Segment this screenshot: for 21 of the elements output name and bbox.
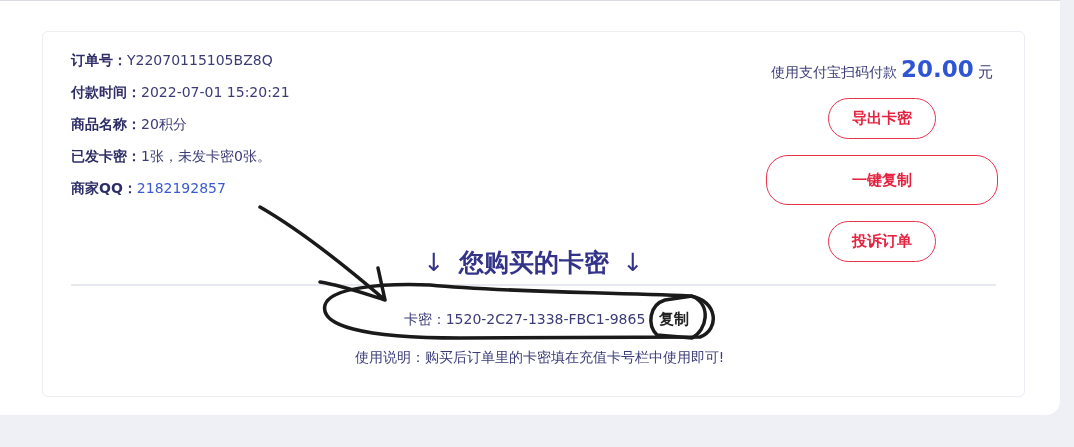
card-code: 卡密：1520-2C27-1338-FBC1-9865 xyxy=(403,310,646,329)
action-button[interactable]: 导出卡密 xyxy=(828,98,936,139)
section-heading: 您购买的卡密 xyxy=(458,247,609,279)
field-label: 商家QQ： xyxy=(71,179,137,198)
currency: 元 xyxy=(977,63,993,82)
action-button[interactable]: 一键复制 xyxy=(766,155,998,205)
usage-instructions: 使用说明：购买后订单里的卡密填在充值卡号栏中使用即可! xyxy=(353,349,726,367)
field-value: 2022-07-01 15:20:21 xyxy=(141,83,290,102)
field-value: Y22070115105BZ8Q xyxy=(127,51,273,70)
payment-text: 使用支付宝扫码付款 xyxy=(771,64,898,82)
down-arrow-icon: ↓ xyxy=(423,246,445,280)
down-arrow-icon: ↓ xyxy=(622,246,644,280)
field-label: 商品名称： xyxy=(71,115,141,134)
field-label: 订单号： xyxy=(71,51,127,70)
qq-link[interactable]: 2182192857 xyxy=(136,178,226,198)
field-value: 1张，未发卡密0张。 xyxy=(141,147,271,166)
field-label: 已发卡密： xyxy=(71,147,141,166)
amount: 20.00 xyxy=(901,56,974,82)
field-label: 付款时间： xyxy=(71,83,141,102)
field-value: 20积分 xyxy=(141,115,187,134)
action-button[interactable]: 投诉订单 xyxy=(828,221,936,262)
